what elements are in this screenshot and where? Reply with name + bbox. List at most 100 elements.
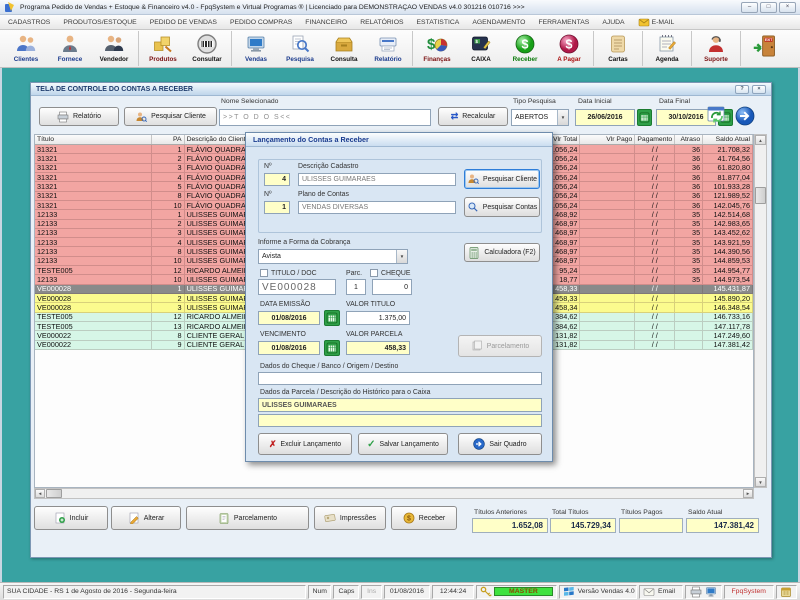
menu-produtos-estoque[interactable]: PRODUTOS/ESTOQUE: [63, 19, 136, 26]
col-atraso[interactable]: Atraso: [675, 135, 703, 144]
toolbar-produtos[interactable]: Produtos: [141, 31, 185, 66]
toolbar-vendedor[interactable]: Vendedor: [92, 31, 136, 66]
toolbar-pesquisa[interactable]: Pesquisa: [278, 31, 322, 66]
scroll-down-icon[interactable]: ▼: [755, 477, 766, 487]
panel-close-button[interactable]: ×: [752, 85, 766, 94]
toolbar-receber[interactable]: $ Receber: [503, 31, 547, 66]
toolbar-cartas[interactable]: Cartas: [596, 31, 640, 66]
titulo-doc-field[interactable]: VE000028: [258, 279, 336, 295]
col-pagamento[interactable]: Pagamento: [635, 135, 675, 144]
print-card-icon: [324, 512, 336, 524]
plan-field[interactable]: VENDAS DIVERSAS: [298, 201, 456, 214]
toolbar-apagar[interactable]: $ A Pagar: [547, 31, 591, 66]
report-button[interactable]: Relatório: [39, 107, 119, 126]
scroll-up-icon[interactable]: ▲: [755, 135, 766, 145]
toolbar-vendas[interactable]: Vendas: [234, 31, 278, 66]
cheque-count-field[interactable]: 0: [372, 279, 412, 295]
start-date-input[interactable]: 26/06/2016: [575, 109, 635, 126]
menu-ferramentas[interactable]: FERRAMENTAS: [538, 19, 589, 26]
menu-pedido-compras[interactable]: PEDIDO COMPRAS: [230, 19, 292, 26]
history-input[interactable]: ULISSES GUIMARAES: [258, 398, 542, 412]
col-pa[interactable]: PA: [152, 135, 185, 144]
calculator-button[interactable]: Calculadora (F2): [464, 243, 540, 262]
go-button[interactable]: [735, 106, 755, 126]
menu-relatorios[interactable]: RELATÓRIOS: [360, 19, 403, 26]
search-doc-icon: [289, 33, 311, 55]
toolbar-agenda[interactable]: Agenda: [645, 31, 689, 66]
minimize-button[interactable]: –: [741, 2, 758, 13]
cheque-data-input[interactable]: [258, 372, 542, 385]
search-accounts-button[interactable]: Pesquisar Contas: [464, 197, 540, 217]
emission-calendar-button[interactable]: [324, 310, 340, 326]
plan-no-field[interactable]: 1: [264, 201, 290, 214]
col-vlr-pago[interactable]: Vlr Pago: [580, 135, 635, 144]
toolbar-consultar[interactable]: Consultar: [185, 31, 229, 66]
vertical-scroll-thumb[interactable]: [755, 187, 766, 204]
modal-search-client-button[interactable]: Pesquisar Cliente: [464, 169, 540, 189]
vertical-scrollbar[interactable]: ▲ ▼: [754, 134, 767, 488]
status-location: SUA CIDADE - RS 1 de Agosto de 2016 - Se…: [3, 585, 306, 599]
menu-email[interactable]: E-MAIL: [638, 16, 675, 28]
incluir-button[interactable]: Incluir: [34, 506, 108, 530]
maximize-button[interactable]: □: [760, 2, 777, 13]
search-type-select[interactable]: ABERTOS ▼: [511, 109, 569, 126]
table-cell: 35: [675, 238, 703, 246]
toolbar-caixa[interactable]: $ CAIXA: [459, 31, 503, 66]
horizontal-scroll-thumb[interactable]: [46, 489, 62, 498]
status-email[interactable]: Email: [639, 585, 683, 599]
toolbar-fornece[interactable]: Fornece: [48, 31, 92, 66]
history-input-2[interactable]: [258, 414, 542, 427]
toolbar-suporte[interactable]: Suporte: [694, 31, 738, 66]
exit-modal-button[interactable]: Sair Quadro: [458, 433, 542, 455]
parc-field[interactable]: 1: [346, 279, 366, 295]
refresh-button[interactable]: [707, 106, 727, 126]
toolbar-consulta[interactable]: Consulta: [322, 31, 366, 66]
close-button[interactable]: ×: [779, 2, 796, 13]
toolbar-relatorio[interactable]: Relatório: [366, 31, 410, 66]
table-cell: [580, 275, 635, 283]
parcel-value-field[interactable]: 458,33: [346, 341, 410, 355]
toolbar-clientes[interactable]: Clientes: [4, 31, 48, 66]
menu-financeiro[interactable]: FINANCEIRO: [305, 19, 347, 26]
table-cell: 147.381,42: [703, 341, 753, 349]
titulo-total-field[interactable]: 1.375,00: [346, 311, 410, 325]
table-cell: [675, 313, 703, 321]
client-no-field[interactable]: 4: [264, 173, 290, 186]
cheque-checkbox[interactable]: CHEQUE: [370, 269, 410, 277]
status-ins: Ins: [361, 585, 381, 599]
horizontal-scrollbar[interactable]: ◄ ►: [34, 488, 754, 499]
menu-agendamento[interactable]: AGENDAMENTO: [472, 19, 525, 26]
client-desc-field[interactable]: ULISSES GUIMARAES: [298, 173, 456, 186]
menu-cadastros[interactable]: CADASTROS: [8, 19, 50, 26]
col-saldo-atual[interactable]: Saldo Atual: [703, 135, 753, 144]
search-client-button[interactable]: Pesquisar Cliente: [124, 107, 217, 126]
menu-ajuda[interactable]: AJUDA: [602, 19, 624, 26]
emission-date-field[interactable]: 01/08/2016: [258, 311, 320, 325]
toolbar-exit[interactable]: EXIT: [743, 31, 787, 66]
start-date-calendar-button[interactable]: [637, 109, 652, 126]
table-cell: [580, 285, 635, 293]
selected-name-input[interactable]: >>T O D O S<<: [219, 109, 431, 126]
installments-button[interactable]: Parcelamento: [458, 335, 542, 357]
alterar-button[interactable]: Alterar: [111, 506, 181, 530]
panel-help-button[interactable]: ?: [735, 85, 749, 94]
scroll-right-icon[interactable]: ►: [743, 489, 753, 498]
scroll-left-icon[interactable]: ◄: [35, 489, 45, 498]
parcelamento-button[interactable]: Parcelamento: [186, 506, 309, 530]
table-cell: 143.452,62: [703, 229, 753, 237]
menu-estatistica[interactable]: ESTATISTICA: [417, 19, 460, 26]
titulo-doc-checkbox[interactable]: TITULO / DOC: [260, 269, 317, 277]
billing-select[interactable]: Avista ▼: [258, 249, 408, 264]
due-date-field[interactable]: 01/08/2016: [258, 341, 320, 355]
menu-pedido-vendas[interactable]: PEDIDO DE VENDAS: [150, 19, 217, 26]
receber-button[interactable]: $ Receber: [391, 506, 457, 530]
recalculate-button[interactable]: ⇄ Recalcular: [438, 107, 508, 126]
delete-entry-button[interactable]: ✗ Excluir Lançamento: [258, 433, 352, 455]
col-titulo[interactable]: Título: [35, 135, 152, 144]
pay-dollar-icon: $: [558, 33, 580, 55]
impressoes-button[interactable]: Impressões: [314, 506, 386, 530]
due-calendar-button[interactable]: [324, 340, 340, 356]
toolbar-financas[interactable]: $ Finanças: [415, 31, 459, 66]
save-entry-button[interactable]: ✓ Salvar Lançamento: [358, 433, 448, 455]
table-cell: 9: [152, 341, 185, 349]
